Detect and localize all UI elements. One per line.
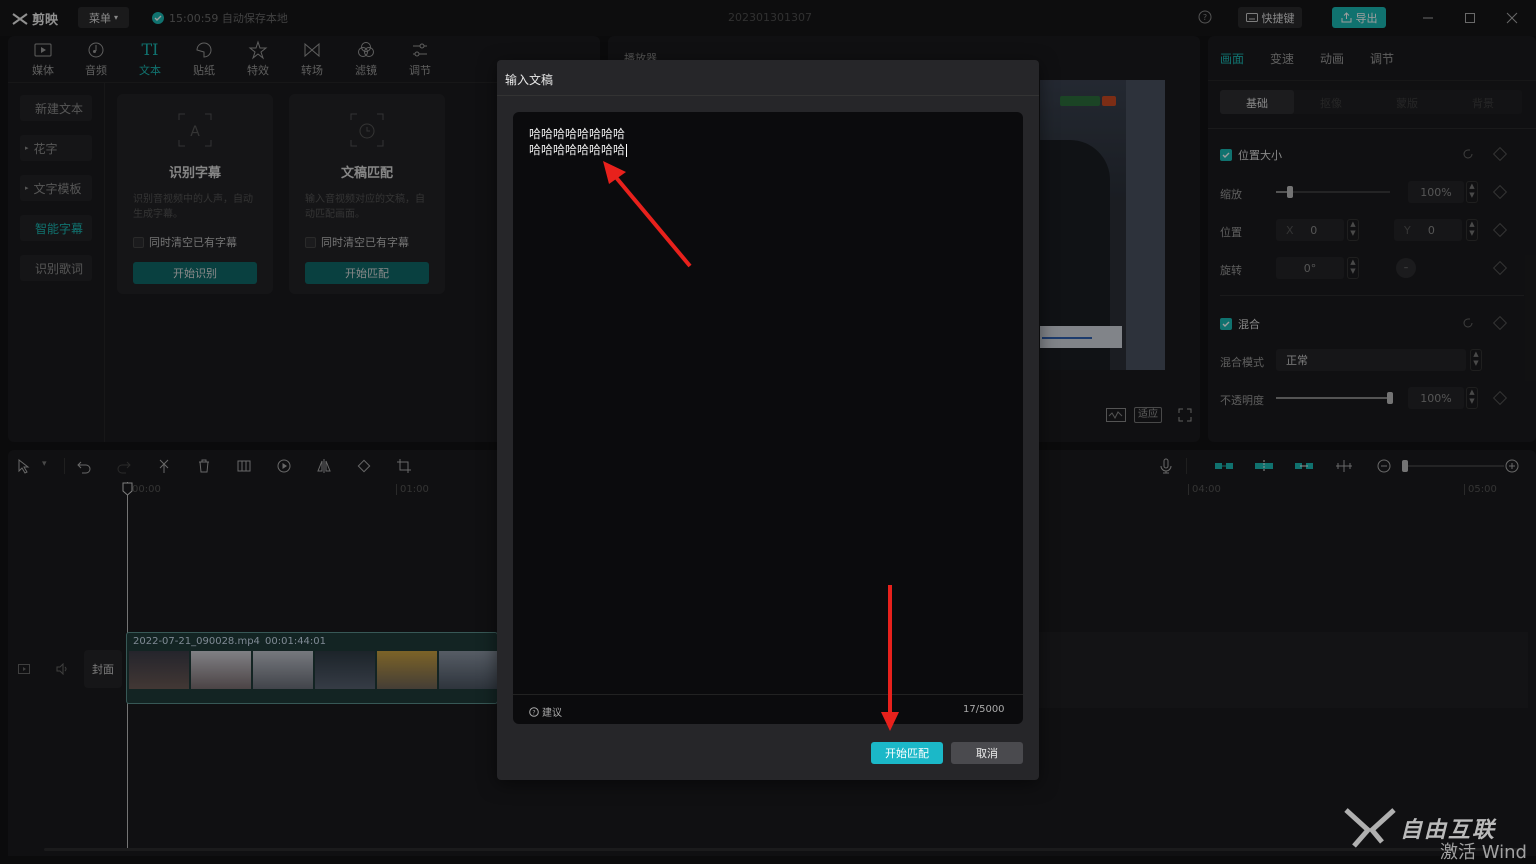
activation-watermark: 激活 Wind <box>1440 842 1527 863</box>
watermark-logo-icon <box>1344 808 1396 848</box>
arrow-to-confirm-button <box>881 585 899 731</box>
arrow-to-text <box>603 161 692 268</box>
annotation-arrows <box>603 161 899 731</box>
